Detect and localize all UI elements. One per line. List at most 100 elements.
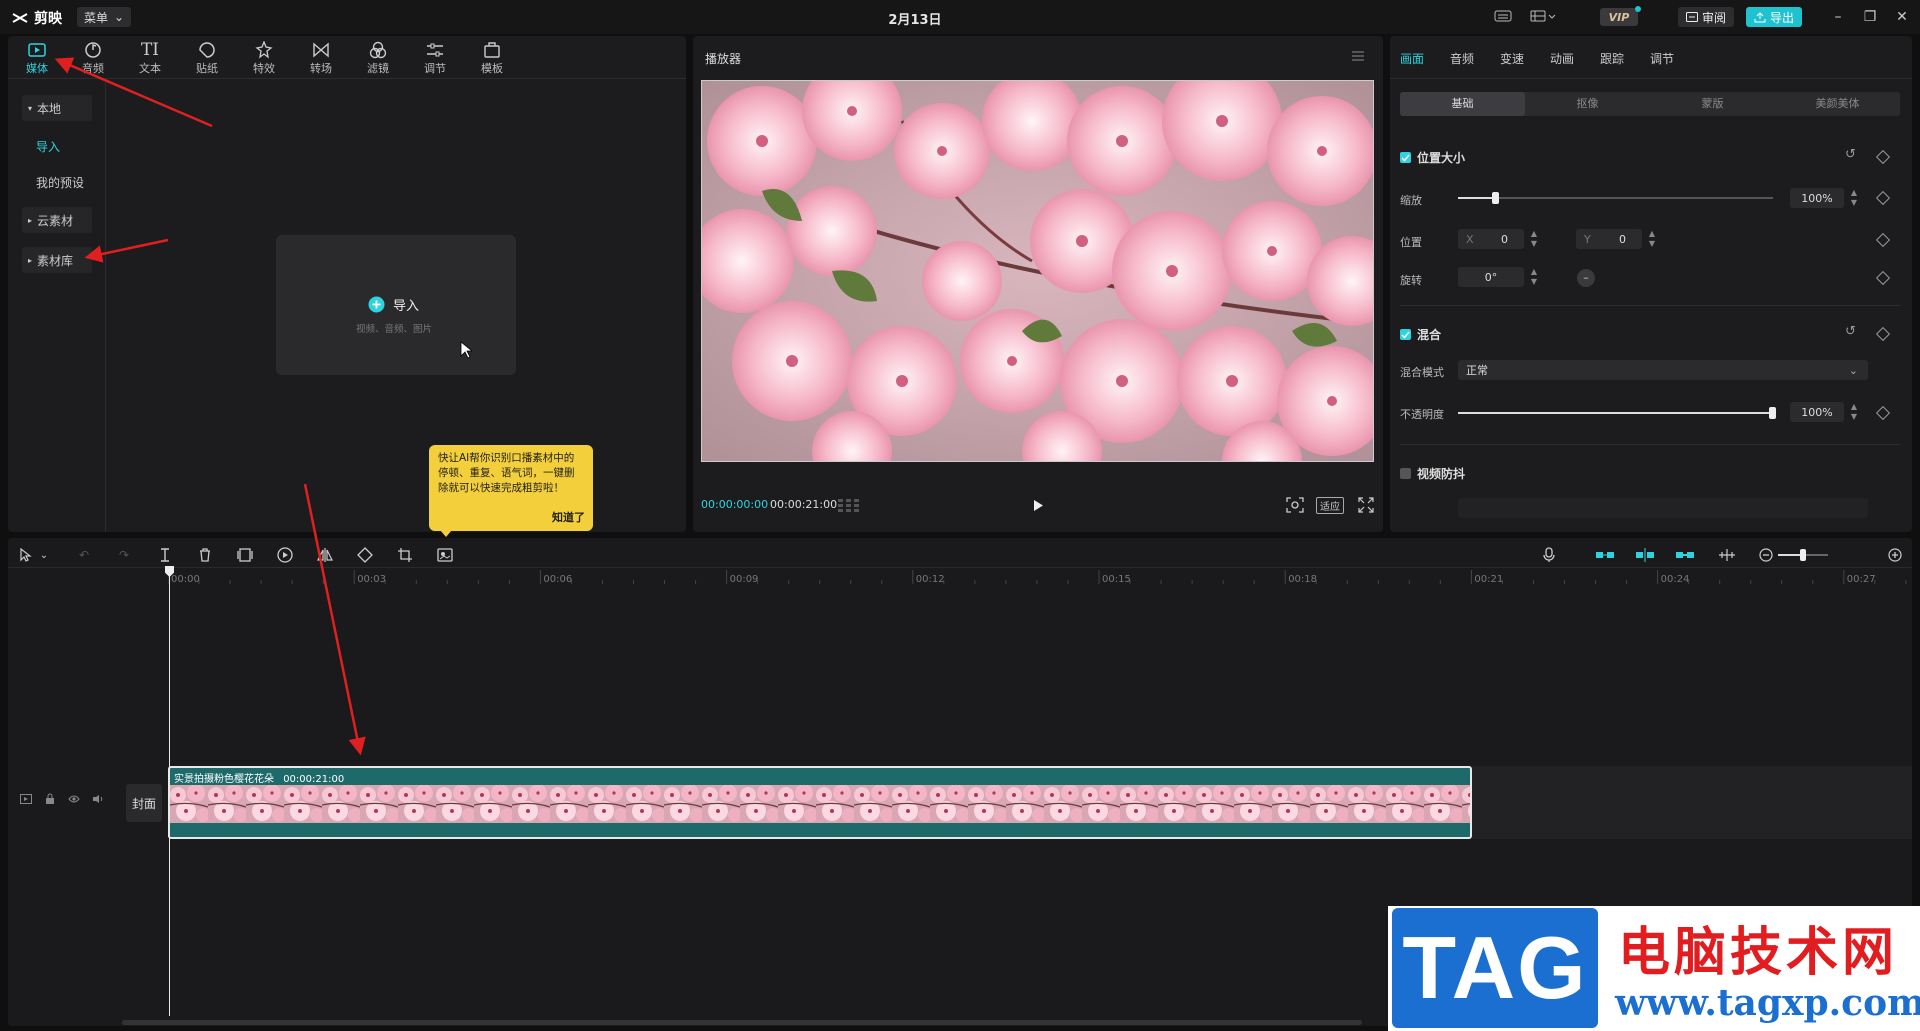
opacity-input[interactable]: 100% [1790,402,1844,422]
export-button[interactable]: 导出 [1746,7,1802,27]
section-divider [1400,305,1900,306]
screenshot-icon[interactable] [1286,497,1304,513]
hamburger-icon[interactable] [1351,50,1365,62]
fullscreen-icon[interactable] [1358,497,1374,513]
rotate-dial-icon[interactable]: – [1577,269,1595,287]
tab-adjust-props[interactable]: 调节 [1650,50,1674,67]
tab-picture[interactable]: 画面 [1400,50,1424,67]
tab-animation[interactable]: 动画 [1550,50,1574,67]
x-stepper[interactable]: ▲ ▼ [1528,229,1540,249]
sidebar-label: 云素材 [37,213,74,228]
review-label: 审阅 [1701,10,1726,25]
y-stepper[interactable]: ▲ ▼ [1646,229,1658,249]
tooltip-ok-button[interactable]: 知道了 [552,510,585,525]
checkbox-position-size[interactable] [1400,152,1411,163]
x-value: 0 [1501,232,1508,246]
delete-icon[interactable] [195,546,215,564]
cover-button[interactable]: 封面 [126,784,162,822]
tab-text[interactable]: TI 文本 [125,40,175,76]
main-track-magnet-icon[interactable] [1594,546,1616,564]
tab-media[interactable]: 媒体 [12,40,62,76]
ai-smart-cut-icon[interactable] [435,546,455,564]
reset-icon[interactable]: ↺ [1845,147,1856,162]
timeline-scrollbar[interactable] [122,1020,1362,1025]
minimize-icon[interactable]: – [1830,9,1846,25]
lock-icon[interactable] [45,793,55,805]
split-icon[interactable] [155,546,175,564]
checkbox-blend[interactable] [1400,329,1411,340]
zoom-slider-knob[interactable] [1800,549,1806,561]
auto-snap-icon[interactable] [1634,546,1656,564]
redo-icon[interactable]: ↷ [114,546,134,564]
zoom-in-icon[interactable] [1885,546,1905,564]
tab-sticker[interactable]: 贴纸 [182,40,232,76]
shortcut-icon[interactable] [1494,9,1516,25]
tab-tracking[interactable]: 跟踪 [1600,50,1624,67]
tab-adjust[interactable]: 调节 [410,40,460,76]
reset-icon[interactable]: ↺ [1845,324,1856,339]
mirror-icon[interactable] [315,546,335,564]
play-icon[interactable] [1032,499,1044,512]
tab-filter[interactable]: 滤镜 [353,40,403,76]
scale-stepper[interactable]: ▲ ▼ [1848,188,1860,208]
caret-down-icon: ▾ [28,103,33,113]
track-screen-icon[interactable] [20,794,32,804]
video-preview[interactable] [701,80,1374,462]
chevron-down-icon[interactable]: ⌄ [38,546,50,564]
opacity-label: 不透明度 [1400,408,1444,421]
sidebar-item-library[interactable]: ▸ 素材库 [22,247,92,273]
subtab-cutout[interactable]: 抠像 [1525,92,1650,116]
microphone-icon[interactable] [1539,546,1559,564]
playhead-line[interactable] [169,566,170,1016]
checkbox-stabilize[interactable] [1400,468,1411,479]
ratio-button[interactable]: 适应 [1316,497,1344,514]
rotate-stepper[interactable]: ▲ ▼ [1528,267,1540,287]
select-tool-icon[interactable] [16,546,36,564]
tab-transition[interactable]: 转场 [296,40,346,76]
subtab-basic[interactable]: 基础 [1400,92,1525,116]
ai-tooltip: 快让AI帮你识别口播素材中的停顿、重复、语气词，一键删除就可以快速完成粗剪啦！ … [429,445,593,531]
rotate-input[interactable]: 0° [1458,267,1524,287]
opacity-slider-knob[interactable] [1769,407,1776,419]
layout-icon[interactable] [1530,9,1556,25]
video-clip[interactable]: 实景拍摄粉色樱花花朵 00:00:21:00 [168,766,1472,839]
position-x-input[interactable]: X 0 [1458,229,1524,249]
scale-slider-knob[interactable] [1492,192,1499,204]
undo-icon[interactable]: ↶ [74,546,94,564]
sidebar-item-presets[interactable]: 我的预设 [22,169,92,195]
position-y-input[interactable]: Y 0 [1576,229,1642,249]
review-button[interactable]: 审阅 [1678,7,1734,27]
sidebar-item-local[interactable]: ▾ 本地 [22,95,92,121]
play-circle-icon[interactable] [275,546,295,564]
crop-icon[interactable] [395,546,415,564]
tooltip-text: 快让AI帮你识别口播素材中的停顿、重复、语气词，一键删除就可以快速完成粗剪啦！ [438,452,575,494]
import-card[interactable]: 导入 视频、音频、图片 [276,235,516,375]
subtab-mask[interactable]: 蒙版 [1650,92,1775,116]
scale-input[interactable]: 100% [1790,188,1844,208]
sidebar-item-cloud[interactable]: ▸ 云素材 [22,207,92,233]
opacity-stepper[interactable]: ▲ ▼ [1848,402,1860,422]
tab-speed[interactable]: 变速 [1500,50,1524,67]
preview-axis-icon[interactable] [1716,546,1738,564]
rotate-icon[interactable] [355,546,375,564]
tab-effects[interactable]: 特效 [239,40,289,76]
vip-badge[interactable]: VIP [1600,8,1638,26]
tab-template[interactable]: 模板 [467,40,517,76]
subtab-beauty[interactable]: 美颜美体 [1775,92,1900,116]
restore-icon[interactable]: ❐ [1862,9,1878,25]
close-icon[interactable]: ✕ [1894,9,1910,25]
watermark-tag-logo: TAG [1392,908,1598,1028]
tab-audio-props[interactable]: 音频 [1450,50,1474,67]
timeline-ruler[interactable] [168,568,1908,586]
tab-audio[interactable]: 音频 [68,40,118,76]
scale-slider-track[interactable] [1458,197,1773,199]
speaker-icon[interactable] [92,794,104,804]
linkage-icon[interactable] [1674,546,1696,564]
sidebar-item-import[interactable]: 导入 [22,133,92,159]
timecode-grid-icon[interactable] [838,498,860,512]
blend-mode-select[interactable]: 正常 ⌄ [1458,360,1868,380]
sidebar-label: 我的预设 [36,175,85,190]
zoom-out-icon[interactable] [1756,546,1776,564]
eye-icon[interactable] [68,794,80,804]
freeze-icon[interactable] [235,546,255,564]
